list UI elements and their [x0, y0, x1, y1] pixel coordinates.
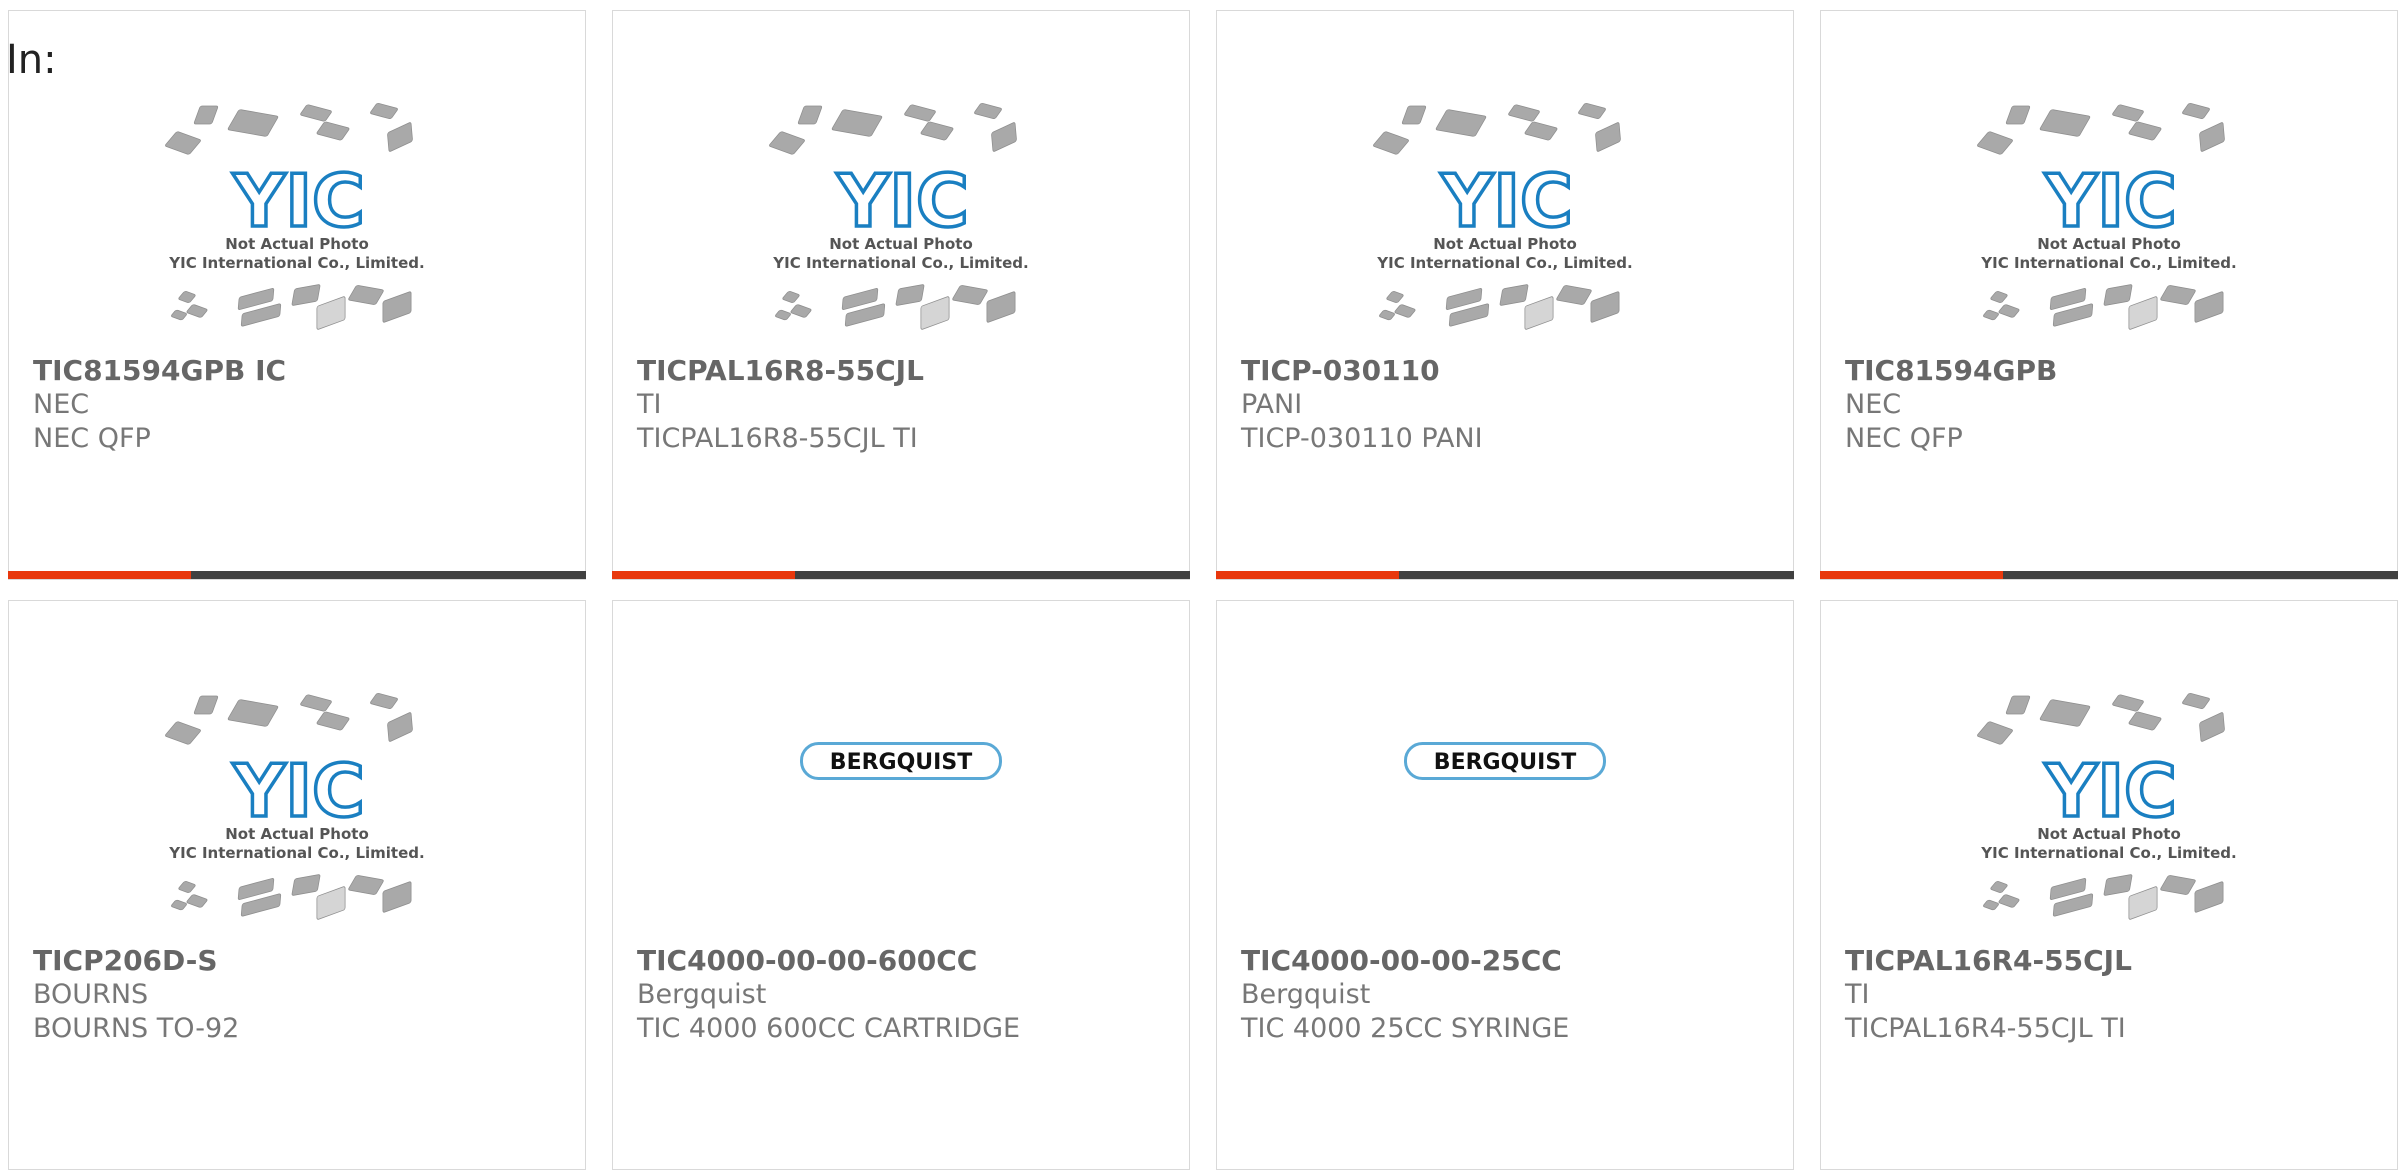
card-accent-bar [1820, 571, 2003, 579]
manufacturer: Bergquist [1241, 979, 1371, 1010]
description: NEC QFP [1845, 423, 1963, 454]
product-card[interactable]: YIC Not Actual Photo YIC International Co.… [1820, 10, 2398, 580]
company-name-text: YIC International Co., Limited. [1980, 254, 2236, 272]
card-bottom-bar [8, 571, 586, 579]
part-number[interactable]: TIC81594GPB IC [33, 354, 286, 388]
bergquist-logo: BERGQUIST [800, 742, 1002, 780]
card-bottom-bar [1820, 571, 2398, 579]
manufacturer: NEC [1845, 389, 1902, 420]
card-bottom-bar [1216, 571, 1794, 579]
manufacturer: BOURNS [33, 979, 149, 1010]
yic-logo-text: YIC [232, 159, 365, 243]
manufacturer: TI [637, 389, 662, 420]
bergquist-logo: BERGQUIST [1404, 742, 1606, 780]
not-actual-photo-text: Not Actual Photo [2037, 235, 2181, 253]
in-label: In: [6, 37, 57, 83]
not-actual-photo-text: Not Actual Photo [225, 825, 369, 843]
yic-logo-text: YIC [836, 159, 969, 243]
product-card[interactable]: BERGQUIST TIC4000-00-00-25CC Bergquist T… [1216, 600, 1794, 1170]
manufacturer: NEC [33, 389, 90, 420]
card-bottom-bar [612, 571, 1190, 579]
company-name-text: YIC International Co., Limited. [772, 254, 1028, 272]
part-number[interactable]: TIC4000-00-00-600CC [637, 944, 977, 978]
description: TIC 4000 25CC SYRINGE [1241, 1013, 1570, 1044]
company-name-text: YIC International Co., Limited. [1980, 844, 2236, 862]
yic-logo-text: YIC [2044, 749, 2177, 833]
part-number[interactable]: TICP206D-S [33, 944, 218, 978]
description: TICPAL16R8-55CJL TI [637, 423, 918, 454]
product-card[interactable]: YIC Not Actual Photo YIC International Co.… [1216, 10, 1794, 580]
part-number[interactable]: TIC4000-00-00-25CC [1241, 944, 1562, 978]
manufacturer: PANI [1241, 389, 1303, 420]
card-accent-bar [612, 571, 795, 579]
product-card[interactable]: YIC Not Actual Photo YIC International Co.… [8, 10, 586, 580]
yic-logo-text: YIC [1440, 159, 1573, 243]
yic-placeholder-image: YIC Not Actual Photo YIC International Co.… [1365, 101, 1645, 351]
bergquist-logo-text: BERGQUIST [830, 750, 972, 775]
description: TICP-030110 PANI [1241, 423, 1483, 454]
part-number[interactable]: TIC81594GPB [1845, 354, 2057, 388]
manufacturer: Bergquist [637, 979, 767, 1010]
description: BOURNS TO-92 [33, 1013, 240, 1044]
product-card[interactable]: YIC Not Actual Photo YIC International Co.… [1820, 600, 2398, 1170]
yic-placeholder-image: YIC Not Actual Photo YIC International Co.… [1969, 691, 2249, 941]
company-name-text: YIC International Co., Limited. [168, 254, 424, 272]
manufacturer: TI [1845, 979, 1870, 1010]
part-number[interactable]: TICPAL16R8-55CJL [637, 354, 924, 388]
product-card[interactable]: BERGQUIST TIC4000-00-00-600CC Bergquist … [612, 600, 1190, 1170]
yic-logo-text: YIC [2044, 159, 2177, 243]
product-card[interactable]: YIC Not Actual Photo YIC International Co.… [612, 10, 1190, 580]
yic-placeholder-image: YIC Not Actual Photo YIC International Co.… [761, 101, 1041, 351]
description: TIC 4000 600CC CARTRIDGE [637, 1013, 1021, 1044]
part-number[interactable]: TICP-030110 [1241, 354, 1440, 388]
card-accent-bar [8, 571, 191, 579]
description: NEC QFP [33, 423, 151, 454]
yic-placeholder-image: YIC Not Actual Photo YIC International Co.… [157, 691, 437, 941]
not-actual-photo-text: Not Actual Photo [2037, 825, 2181, 843]
product-card[interactable]: YIC Not Actual Photo YIC International Co.… [8, 600, 586, 1170]
not-actual-photo-text: Not Actual Photo [829, 235, 973, 253]
part-number[interactable]: TICPAL16R4-55CJL [1845, 944, 2132, 978]
not-actual-photo-text: Not Actual Photo [225, 235, 369, 253]
yic-placeholder-image: YIC Not Actual Photo YIC International Co.… [157, 101, 437, 351]
company-name-text: YIC International Co., Limited. [1376, 254, 1632, 272]
yic-logo-text: YIC [232, 749, 365, 833]
not-actual-photo-text: Not Actual Photo [1433, 235, 1577, 253]
card-accent-bar [1216, 571, 1399, 579]
bergquist-logo-text: BERGQUIST [1434, 750, 1576, 775]
description: TICPAL16R4-55CJL TI [1845, 1013, 2126, 1044]
company-name-text: YIC International Co., Limited. [168, 844, 424, 862]
yic-placeholder-image: YIC Not Actual Photo YIC International Co.… [1969, 101, 2249, 351]
